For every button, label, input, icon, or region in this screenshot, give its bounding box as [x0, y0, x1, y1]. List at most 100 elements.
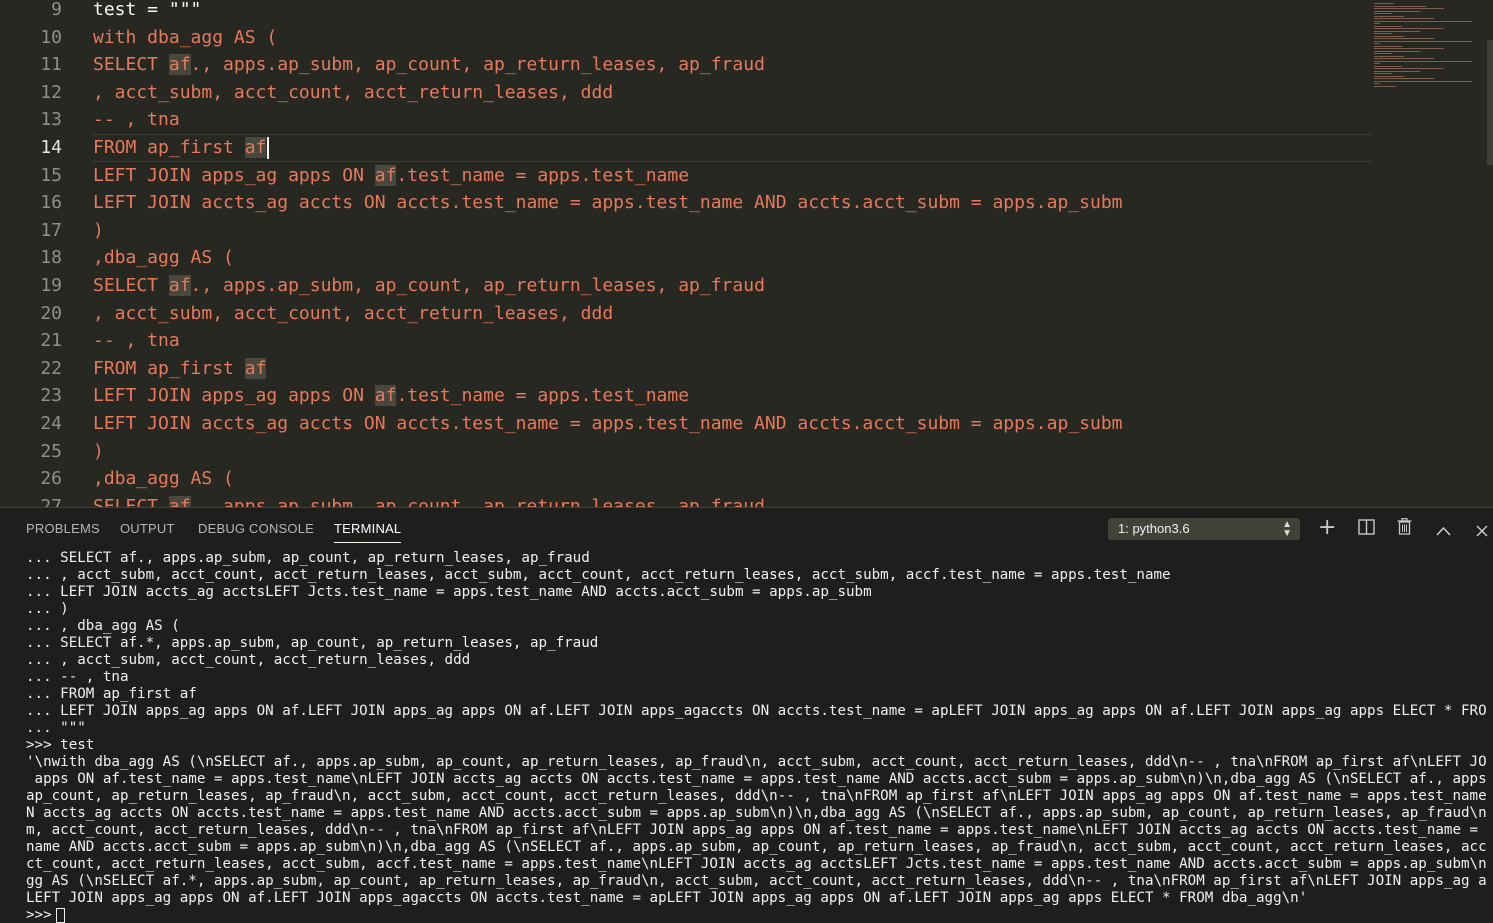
terminal-line: ... )	[26, 601, 69, 617]
word-highlight: af	[168, 495, 191, 507]
terminal-line: ct_count, acct_return_leases, acct_subm,…	[26, 856, 1486, 872]
close-icon[interactable]	[1476, 522, 1488, 541]
chevron-up-icon[interactable]	[1436, 521, 1451, 540]
line-number: 18	[40, 247, 62, 269]
minimap-line	[1374, 53, 1392, 54]
code-line[interactable]: ,dba_agg AS (	[93, 244, 234, 272]
terminal-select-value: 1: python3.6	[1118, 521, 1190, 536]
tab-output[interactable]: OUTPUT	[120, 521, 175, 542]
line-number: 17	[40, 219, 62, 241]
code-line[interactable]: )	[93, 217, 104, 245]
code-line[interactable]: LEFT JOIN apps_ag apps ON af.test_name =…	[93, 162, 689, 190]
minimap-line	[1374, 70, 1420, 72]
minimap-line	[1374, 58, 1434, 59]
code-line[interactable]: -- , tna	[93, 106, 180, 134]
editor-scrollbar[interactable]	[1487, 40, 1493, 165]
terminal-line: '\nwith dba_agg AS (\nSELECT af., apps.a…	[26, 754, 1486, 770]
terminal-line: ... -- , tna	[26, 669, 129, 685]
minimap-line	[1374, 20, 1472, 22]
line-number: 9	[51, 0, 62, 20]
text-cursor	[267, 137, 270, 159]
code-line[interactable]: LEFT JOIN accts_ag accts ON accts.test_n…	[93, 410, 1123, 438]
code-line-current[interactable]: FROM ap_first af	[93, 134, 1371, 162]
minimap-line	[1374, 38, 1434, 39]
terminal-line: ... , dba_agg AS (	[26, 618, 180, 634]
line-number: 13	[40, 109, 62, 131]
terminal-line: N accts_ag accts ON accts.test_name = ap…	[26, 805, 1486, 821]
terminal-output[interactable]: ... SELECT af., apps.ap_subm, ap_count, …	[26, 550, 1486, 923]
prompt-symbol: >>>	[26, 907, 52, 923]
tab-problems[interactable]: PROBLEMS	[26, 521, 100, 542]
line-number: 27	[40, 495, 62, 507]
split-icon[interactable]	[1358, 519, 1375, 539]
minimap-line	[1374, 5, 1426, 7]
minimap-line	[1374, 75, 1404, 77]
line-number: 20	[40, 302, 62, 324]
word-highlight: af	[168, 54, 191, 76]
minimap-line	[1374, 40, 1472, 42]
minimap-line	[1374, 3, 1394, 4]
terminal-line: ... FROM ap_first af	[26, 686, 197, 702]
code-line[interactable]: , acct_subm, acct_count, acct_return_lea…	[93, 79, 613, 107]
terminal-line: ... , acct_subm, acct_count, acct_return…	[26, 567, 1171, 583]
minimap-line	[1374, 13, 1392, 14]
minimap-line	[1374, 28, 1444, 29]
minimap-line	[1374, 50, 1420, 52]
code-line[interactable]: SELECT af., apps.ap_subm, ap_count, ap_r…	[93, 493, 765, 507]
minimap-line	[1374, 63, 1380, 64]
minimap-line	[1374, 8, 1444, 9]
minimap-line	[1374, 83, 1380, 84]
code-line[interactable]: -- , tna	[93, 327, 180, 355]
terminal-line: name AND accts.acct_subm = apps.ap_subm\…	[26, 839, 1486, 855]
terminal-cursor	[55, 907, 65, 923]
terminal-line: apps ON af.test_name = apps.test_name\nL…	[26, 771, 1486, 787]
code-line[interactable]: ,dba_agg AS (	[93, 465, 234, 493]
line-number: 22	[40, 357, 62, 379]
line-number: 12	[40, 81, 62, 103]
code-line[interactable]: FROM ap_first af	[93, 355, 267, 383]
line-number: 24	[40, 413, 62, 434]
terminal-line: ap_count, ap_return_leases, ap_fraud\n, …	[26, 788, 1486, 804]
code-line[interactable]: with dba_agg AS (	[93, 24, 277, 52]
terminal-line: ... LEFT JOIN accts_ag acctsLEFT Jcts.te…	[26, 584, 872, 600]
line-number: 25	[40, 440, 62, 462]
line-number: 21	[40, 330, 62, 352]
line-number: 15	[40, 164, 62, 186]
minimap-line	[1374, 33, 1392, 34]
word-highlight: af	[374, 385, 397, 407]
code-line[interactable]: SELECT af., apps.ap_subm, ap_count, ap_r…	[93, 272, 765, 300]
code-line[interactable]: )	[93, 438, 104, 466]
terminal-line: ... """	[26, 720, 86, 736]
terminal-select[interactable]: 1: python3.6 ▲ ▼	[1108, 518, 1300, 540]
minimap[interactable]	[1368, 0, 1480, 507]
line-number: 23	[40, 385, 62, 407]
minimap-line	[1374, 55, 1404, 57]
minimap-line	[1374, 60, 1472, 62]
line-number: 10	[40, 26, 62, 48]
minimap-line	[1374, 48, 1444, 49]
terminal-line: ... LEFT JOIN apps_ag apps ON af.LEFT JO…	[26, 703, 1486, 719]
line-number-gutter: 9 10 11 12 13 14 15 16 17 18 19 20 21 22 23 24 25 26 27	[0, 0, 75, 507]
code-line[interactable]: SELECT af., apps.ap_subm, ap_count, ap_r…	[93, 51, 765, 79]
code-line[interactable]: LEFT JOIN accts_ag accts ON accts.test_n…	[93, 189, 1123, 217]
code-area[interactable]: test = """ with dba_agg AS (SELECT af., a…	[93, 0, 1371, 507]
minimap-line	[1374, 43, 1380, 44]
trash-icon[interactable]	[1397, 518, 1412, 539]
plus-icon[interactable]: +	[1318, 515, 1336, 540]
code-line[interactable]: test = """	[93, 0, 201, 24]
tab-debug-console[interactable]: DEBUG CONSOLE	[198, 521, 314, 542]
terminal-line: >>> test	[26, 737, 95, 753]
code-line[interactable]: , acct_subm, acct_count, acct_return_lea…	[93, 300, 613, 328]
tab-terminal[interactable]: TERMINAL	[334, 521, 402, 543]
minimap-line	[1374, 18, 1434, 19]
code-line[interactable]: LEFT JOIN apps_ag apps ON af.test_name =…	[93, 382, 689, 410]
minimap-line	[1374, 23, 1380, 24]
line-number: 26	[40, 468, 62, 490]
word-highlight: af	[374, 164, 397, 186]
minimap-line	[1374, 25, 1402, 27]
word-highlight: af	[168, 275, 191, 296]
editor[interactable]: 9 10 11 12 13 14 15 16 17 18 19 20 21 22 23 24 25 26 27 te…	[0, 0, 1493, 507]
terminal-prompt[interactable]: >>>	[26, 907, 65, 923]
minimap-line	[1374, 15, 1404, 17]
minimap-line	[1374, 78, 1434, 79]
